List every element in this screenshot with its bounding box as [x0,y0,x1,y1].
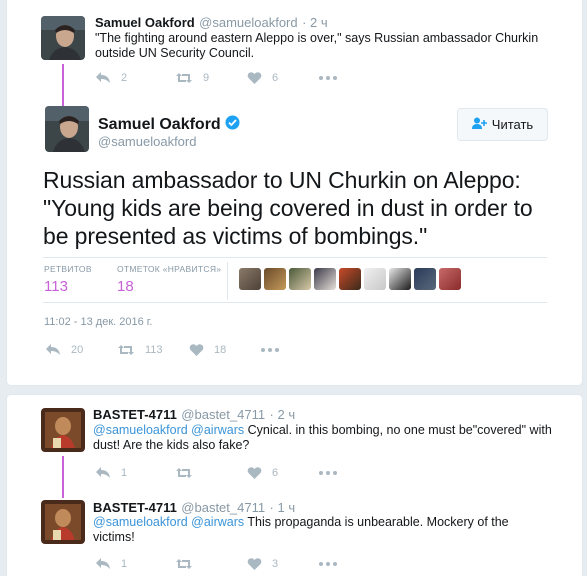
reply-icon [95,71,111,85]
reply-mentions[interactable]: @samueloakford @airwars [93,423,244,437]
tweet-time[interactable]: · 1 ч [270,500,296,515]
liker-avatar[interactable] [289,268,311,290]
parent-tweet-actions: 2 9 6 [95,71,337,85]
like-count: 6 [272,467,279,479]
reply-text: @samueloakford @airwars This propaganda … [93,515,533,545]
like-icon [189,343,204,357]
reply-count: 1 [121,467,128,479]
divider [43,302,547,303]
retweet-button[interactable] [175,466,247,480]
reply-header: BASTET-4711 @bastet_4711 · 2 ч [93,406,295,424]
like-button[interactable]: 18 [189,343,261,357]
reply-button[interactable]: 20 [45,343,117,357]
parent-tweet-header: Samuel Oakford @samueloakford · 2 ч [95,14,328,32]
liker-avatar[interactable] [314,268,336,290]
follow-button[interactable]: Читать [457,108,548,141]
liker-avatar[interactable] [339,268,361,290]
follow-label: Читать [491,117,534,132]
author-name[interactable]: BASTET-4711 [93,500,177,515]
divider [43,257,547,258]
verified-icon [225,115,240,135]
stat-divider [227,262,228,300]
like-icon [247,466,262,480]
retweet-icon [175,71,193,85]
more-icon[interactable] [319,562,337,566]
more-icon[interactable] [319,471,337,475]
more-icon[interactable] [319,76,337,80]
main-tweet-actions: 20 113 18 [45,343,279,357]
like-button[interactable]: 6 [247,466,319,480]
author-handle[interactable]: @bastet_4711 [181,500,265,515]
retweet-count: 9 [203,72,210,84]
tweet-time[interactable]: · 2 ч [270,407,296,422]
reply-button[interactable]: 2 [95,71,175,85]
main-tweet-text: Russian ambassador to UN Churkin on Alep… [43,167,533,249]
reply-count: 20 [71,344,84,356]
liker-avatar[interactable] [264,268,286,290]
avatar[interactable] [41,500,85,544]
conversation-card: Samuel Oakford @samueloakford · 2 ч "The… [6,0,583,386]
reply-text: @samueloakford @airwars Cynical. in this… [93,423,553,453]
reply-count: 2 [121,72,128,84]
reply-count: 1 [121,558,128,570]
author-name[interactable]: Samuel Oakford [95,15,195,30]
reply-mentions[interactable]: @samueloakford @airwars [93,515,244,529]
liker-avatars [239,268,461,290]
reply-icon [45,343,61,357]
reply-icon [95,557,111,571]
retweet-button[interactable]: 113 [117,343,189,357]
avatar[interactable] [41,408,85,452]
like-icon [247,557,262,571]
likes-stat[interactable]: ОТМЕТОК «НРАВИТСЯ» 18 [117,264,221,295]
thread-line [62,456,64,498]
tweet-timestamp[interactable]: 11:02 - 13 дек. 2016 г. [44,316,153,328]
liker-avatar[interactable] [439,268,461,290]
reply-actions: 1 3 [95,557,337,571]
retweet-count: 113 [145,344,163,356]
retweet-button[interactable]: 9 [175,71,247,85]
reply-button[interactable]: 1 [95,466,175,480]
replies-card: BASTET-4711 @bastet_4711 · 2 ч @samueloa… [6,394,583,576]
avatar[interactable] [45,106,89,152]
author-handle[interactable]: @bastet_4711 [181,407,265,422]
retweet-icon [117,343,135,357]
liker-avatar[interactable] [239,268,261,290]
like-count: 18 [214,344,227,356]
follow-user-icon [471,117,488,132]
retweets-stat[interactable]: РЕТВИТОВ 113 [44,264,92,295]
avatar[interactable] [41,16,85,60]
author-handle[interactable]: @samueloakford [98,134,196,149]
author-name[interactable]: Samuel Oakford [98,116,221,134]
thread-line [62,64,64,106]
like-button[interactable]: 3 [247,557,319,571]
retweet-icon [175,466,193,480]
retweets-label: РЕТВИТОВ [44,264,92,274]
like-count: 3 [272,558,279,570]
liker-avatar[interactable] [389,268,411,290]
author-handle[interactable]: @samueloakford [199,15,297,30]
reply-icon [95,466,111,480]
parent-tweet-text: "The fighting around eastern Aleppo is o… [95,31,539,60]
liker-avatar[interactable] [414,268,436,290]
reply-actions: 1 6 [95,466,337,480]
like-count: 6 [272,72,279,84]
like-icon [247,71,262,85]
retweets-value: 113 [44,278,68,295]
reply-button[interactable]: 1 [95,557,175,571]
author-name[interactable]: BASTET-4711 [93,407,177,422]
like-button[interactable]: 6 [247,71,319,85]
tweet-time[interactable]: · 2 ч [302,15,328,30]
more-icon[interactable] [261,348,279,352]
likes-label: ОТМЕТОК «НРАВИТСЯ» [117,264,222,274]
retweet-icon [175,557,193,571]
likes-value: 18 [117,278,134,295]
liker-avatar[interactable] [364,268,386,290]
main-tweet-author: Samuel Oakford [98,115,240,135]
retweet-button[interactable] [175,557,247,571]
